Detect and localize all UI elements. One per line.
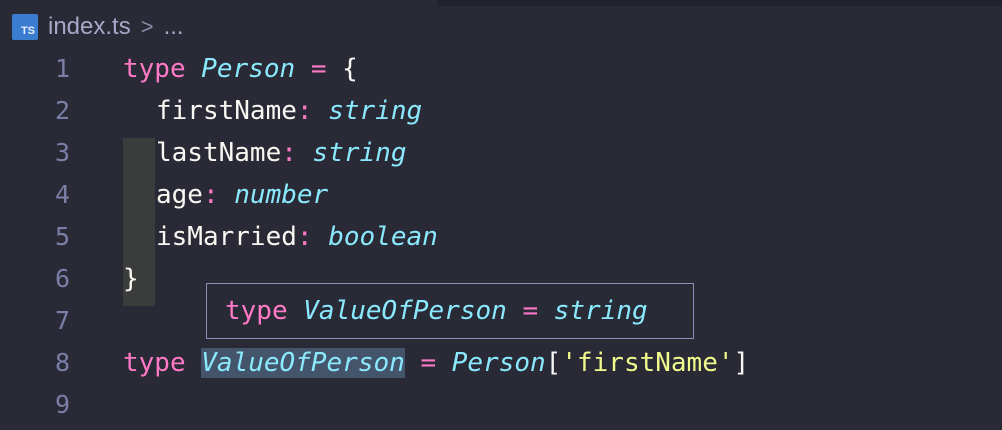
type-name: ValueOfPerson — [303, 296, 507, 326]
code-line-8[interactable]: 8 type ValueOfPerson = Person['firstName… — [0, 342, 1002, 384]
operator: = — [420, 348, 437, 378]
type-name: Person — [451, 348, 546, 378]
code-line-4[interactable]: 4 age: number — [0, 174, 1002, 216]
type-name: string — [328, 96, 423, 126]
code-line-2[interactable]: 2 firstName: string — [0, 90, 1002, 132]
typescript-file-icon: TS — [12, 14, 38, 40]
property-name: age — [156, 180, 203, 210]
line-number: 9 — [54, 390, 70, 419]
type-value: string — [553, 296, 648, 326]
brace: } — [123, 264, 139, 294]
code-text: firstName: string — [156, 96, 423, 126]
code-text: type ValueOfPerson = Person['firstName'] — [123, 348, 750, 378]
code-line-9[interactable]: 9 — [0, 384, 1002, 426]
code-line-1[interactable]: 1 type Person = { — [0, 48, 1002, 90]
code-text: lastName: string — [156, 138, 407, 168]
hovered-identifier[interactable]: ValueOfPerson — [201, 348, 405, 378]
string-literal: 'firstName' — [561, 348, 734, 378]
keyword: type — [225, 296, 288, 326]
type-name: number — [234, 180, 329, 210]
breadcrumb-more[interactable]: ... — [164, 13, 184, 41]
keyword: type — [123, 54, 186, 84]
breadcrumb: TS index.ts > ... — [12, 10, 184, 44]
line-number: 4 — [54, 180, 70, 209]
type-name: boolean — [328, 222, 438, 252]
chevron-right-icon: > — [140, 14, 154, 39]
line-number: 8 — [54, 348, 70, 377]
line-number: 3 — [54, 138, 70, 167]
code-text: isMarried: boolean — [156, 222, 438, 252]
property-name: lastName — [156, 138, 282, 168]
operator: = — [310, 54, 327, 84]
type-name: string — [312, 138, 407, 168]
code-line-5[interactable]: 5 isMarried: boolean — [0, 216, 1002, 258]
property-name: firstName — [156, 96, 297, 126]
property-name: isMarried — [156, 222, 297, 252]
line-number: 7 — [54, 306, 70, 335]
hover-signature: type ValueOfPerson = string — [225, 290, 648, 332]
code-text: type Person = { — [123, 48, 358, 90]
code-text: age: number — [156, 180, 329, 210]
tab-strip-empty — [438, 0, 1002, 6]
type-name: Person — [201, 54, 296, 84]
line-number: 6 — [54, 264, 70, 293]
tab-strip — [0, 0, 1002, 6]
keyword: type — [123, 348, 186, 378]
operator: = — [522, 296, 539, 326]
code-text: } — [123, 258, 139, 300]
hover-tooltip: type ValueOfPerson = string — [206, 283, 694, 339]
active-tab[interactable] — [0, 0, 438, 6]
line-number: 1 — [54, 54, 70, 83]
code-line-3[interactable]: 3 lastName: string — [0, 132, 1002, 174]
line-number: 2 — [54, 96, 70, 125]
brace: { — [342, 54, 358, 84]
line-number: 5 — [54, 222, 70, 251]
breadcrumb-filename[interactable]: index.ts — [48, 13, 131, 41]
